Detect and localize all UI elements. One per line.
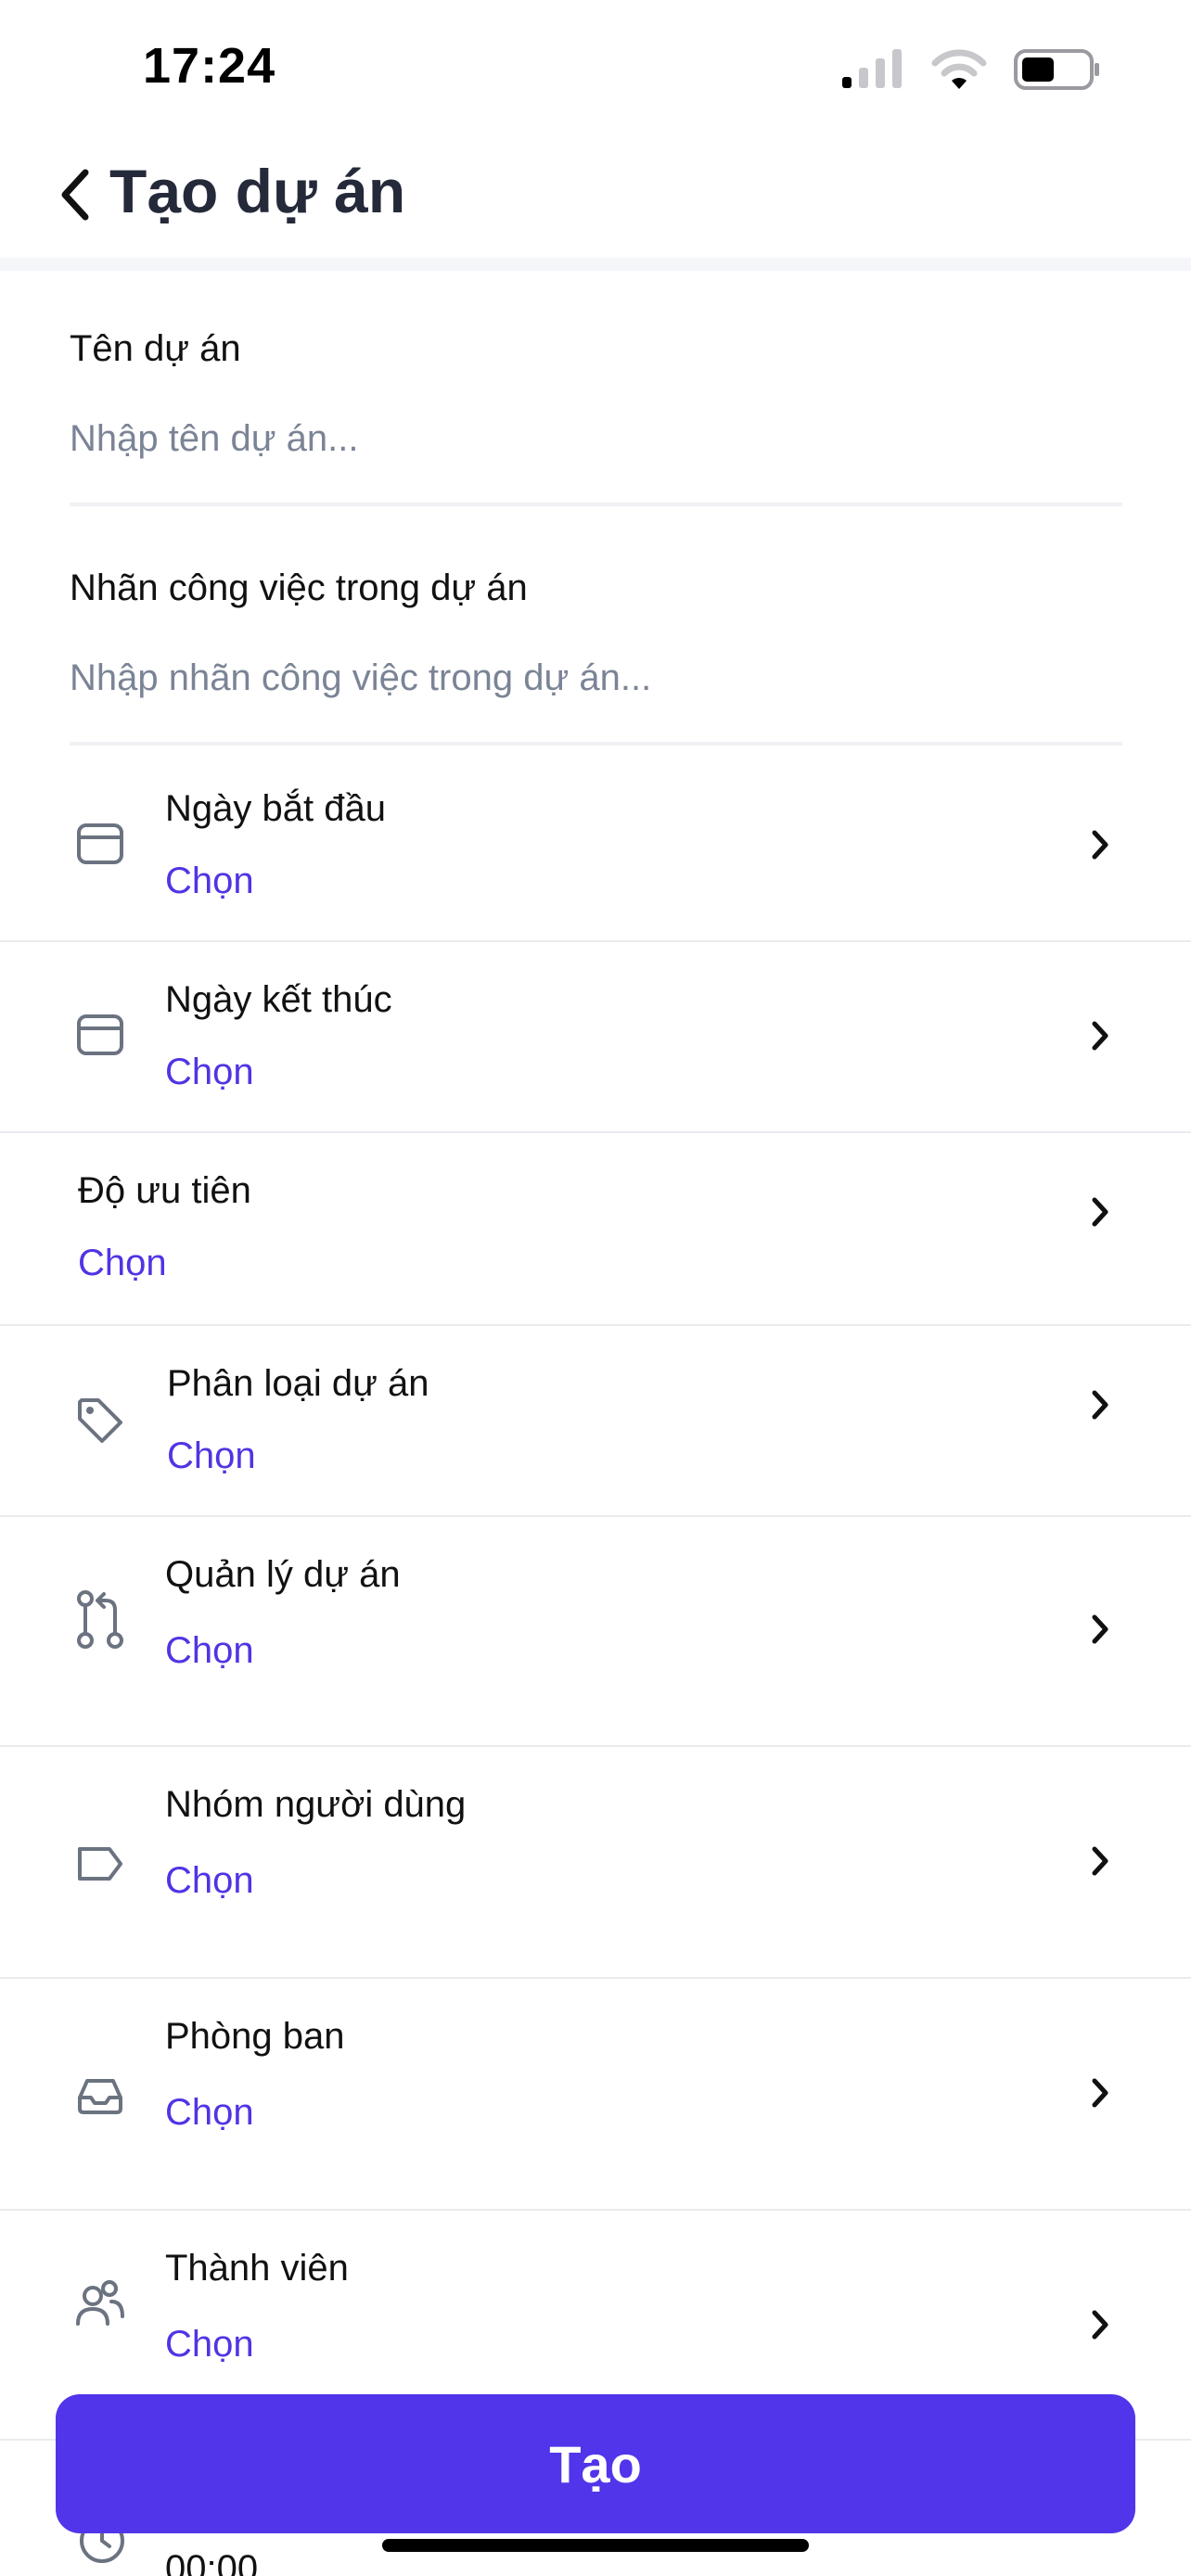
home-indicator bbox=[382, 2539, 809, 2552]
user-group-value: Chọn bbox=[165, 1860, 254, 1901]
calendar-icon bbox=[74, 818, 126, 870]
department-row[interactable]: Phòng ban Chọn bbox=[0, 1979, 1191, 2209]
inbox-tray-icon bbox=[74, 2070, 126, 2122]
header: Tạo dự án bbox=[0, 139, 1191, 260]
end-date-row[interactable]: Ngày kết thúc Chọn bbox=[0, 942, 1191, 1131]
project-name-underline bbox=[70, 503, 1122, 506]
project-manager-label: Quản lý dự án bbox=[165, 1554, 401, 1595]
task-label-field: Nhãn công việc trong dự án bbox=[0, 510, 1191, 749]
cellular-signal-icon bbox=[842, 49, 902, 88]
members-label: Thành viên bbox=[165, 2248, 349, 2289]
battery-icon bbox=[1014, 49, 1099, 90]
priority-value: Chọn bbox=[78, 1243, 167, 1283]
user-group-row[interactable]: Nhóm người dùng Chọn bbox=[0, 1747, 1191, 1977]
chevron-right-icon bbox=[1083, 1840, 1117, 1882]
project-manager-value: Chọn bbox=[165, 1630, 254, 1671]
header-divider bbox=[0, 258, 1191, 271]
task-label-input[interactable] bbox=[70, 645, 1122, 710]
status-icons bbox=[840, 48, 1102, 91]
chevron-right-icon bbox=[1083, 1608, 1117, 1651]
start-date-label: Ngày bắt đầu bbox=[165, 788, 386, 829]
back-button[interactable] bbox=[48, 158, 104, 232]
calendar-icon bbox=[74, 1009, 126, 1061]
priority-label: Độ ưu tiên bbox=[78, 1170, 251, 1211]
status-bar: 17:24 bbox=[0, 0, 1191, 139]
chevron-right-icon bbox=[1083, 1384, 1117, 1426]
task-label-underline bbox=[70, 742, 1122, 746]
members-value: Chọn bbox=[165, 2324, 254, 2365]
chevron-right-icon bbox=[1083, 823, 1117, 866]
users-icon bbox=[74, 2277, 126, 2329]
tag-icon bbox=[74, 1395, 126, 1447]
project-name-field: Tên dự án bbox=[0, 271, 1191, 510]
project-name-label: Tên dự án bbox=[70, 328, 241, 369]
chevron-right-icon bbox=[1083, 2072, 1117, 2114]
end-date-label: Ngày kết thúc bbox=[165, 979, 392, 1020]
project-category-label: Phân loại dự án bbox=[167, 1363, 429, 1404]
project-category-value: Chọn bbox=[167, 1435, 256, 1476]
chevron-right-icon bbox=[1083, 1191, 1117, 1233]
project-category-row[interactable]: Phân loại dự án Chọn bbox=[0, 1326, 1191, 1515]
chevron-right-icon bbox=[1083, 1014, 1117, 1057]
department-value: Chọn bbox=[165, 2092, 254, 2133]
task-label-label: Nhãn công việc trong dự án bbox=[70, 567, 528, 608]
start-date-value: Chọn bbox=[165, 861, 254, 901]
peek-row-value: 00:00 bbox=[165, 2548, 259, 2576]
user-group-label: Nhóm người dùng bbox=[165, 1784, 467, 1825]
label-tag-icon bbox=[74, 1838, 126, 1890]
git-pull-request-icon bbox=[74, 1588, 126, 1652]
project-manager-row[interactable]: Quản lý dự án Chọn bbox=[0, 1517, 1191, 1745]
project-name-input[interactable] bbox=[70, 406, 1122, 471]
page-title: Tạo dự án bbox=[109, 157, 406, 225]
status-time: 17:24 bbox=[143, 38, 276, 94]
chevron-right-icon bbox=[1083, 2303, 1117, 2346]
end-date-value: Chọn bbox=[165, 1052, 254, 1092]
wifi-icon bbox=[931, 49, 987, 89]
department-label: Phòng ban bbox=[165, 2016, 345, 2057]
create-button[interactable]: Tạo bbox=[56, 2394, 1135, 2533]
start-date-row[interactable]: Ngày bắt đầu Chọn bbox=[0, 749, 1191, 940]
priority-row[interactable]: Độ ưu tiên Chọn bbox=[0, 1133, 1191, 1324]
chevron-left-icon bbox=[61, 169, 89, 221]
